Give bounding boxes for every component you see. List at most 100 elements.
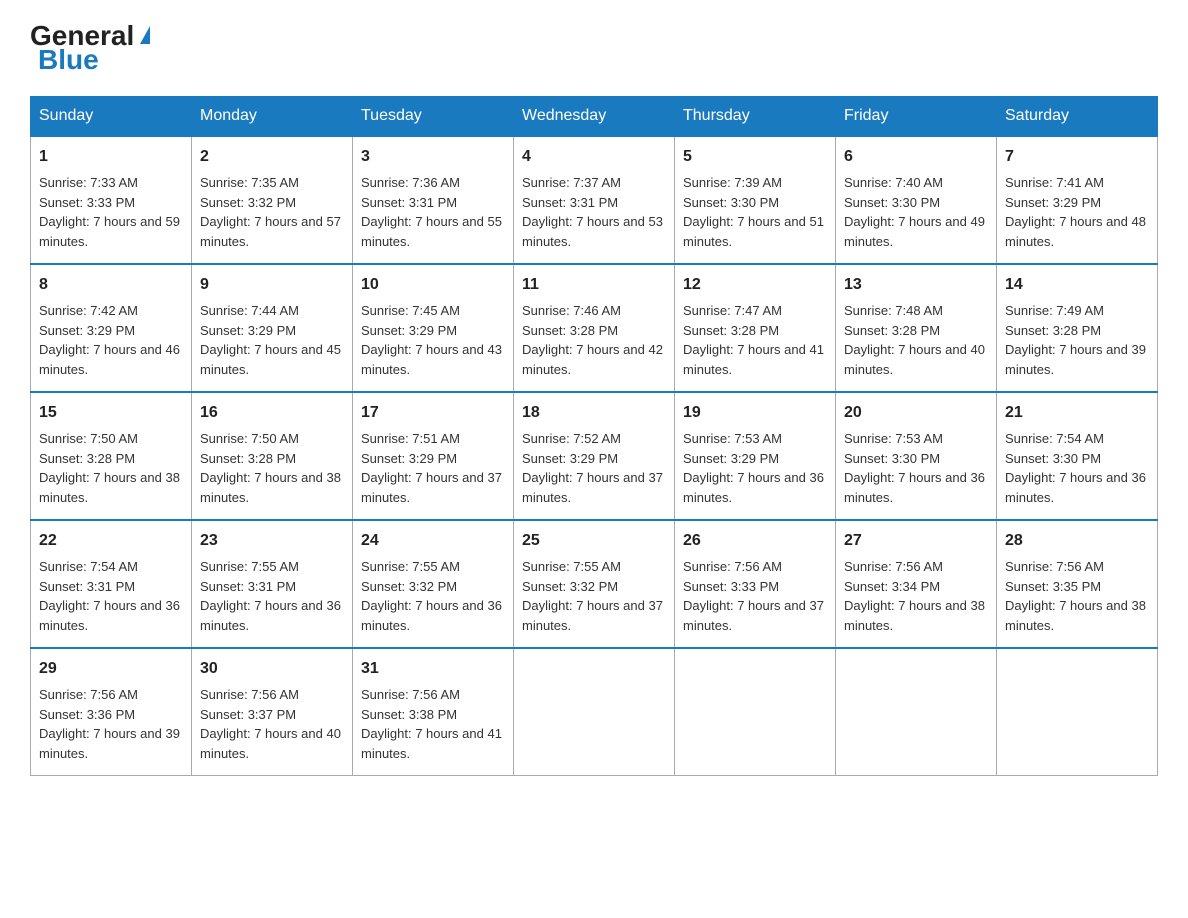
day-number: 16 — [200, 401, 344, 425]
day-sunset: Sunset: 3:33 PM — [39, 195, 135, 210]
day-sunrise: Sunrise: 7:56 AM — [200, 687, 299, 702]
day-number: 19 — [683, 401, 827, 425]
day-number: 30 — [200, 657, 344, 681]
day-daylight: Daylight: 7 hours and 36 minutes. — [683, 470, 824, 505]
day-sunrise: Sunrise: 7:50 AM — [200, 431, 299, 446]
day-number: 27 — [844, 529, 988, 553]
day-daylight: Daylight: 7 hours and 36 minutes. — [361, 598, 502, 633]
day-number: 25 — [522, 529, 666, 553]
calendar-cell: 29Sunrise: 7:56 AMSunset: 3:36 PMDayligh… — [31, 648, 192, 776]
calendar-cell: 2Sunrise: 7:35 AMSunset: 3:32 PMDaylight… — [192, 136, 353, 264]
day-number: 10 — [361, 273, 505, 297]
day-sunrise: Sunrise: 7:55 AM — [200, 559, 299, 574]
calendar-header-row: SundayMondayTuesdayWednesdayThursdayFrid… — [31, 97, 1158, 137]
calendar-cell: 22Sunrise: 7:54 AMSunset: 3:31 PMDayligh… — [31, 520, 192, 648]
day-sunrise: Sunrise: 7:56 AM — [39, 687, 138, 702]
calendar-cell: 4Sunrise: 7:37 AMSunset: 3:31 PMDaylight… — [514, 136, 675, 264]
day-daylight: Daylight: 7 hours and 51 minutes. — [683, 214, 824, 249]
day-sunset: Sunset: 3:30 PM — [844, 451, 940, 466]
day-sunset: Sunset: 3:28 PM — [844, 323, 940, 338]
day-daylight: Daylight: 7 hours and 55 minutes. — [361, 214, 502, 249]
day-sunset: Sunset: 3:31 PM — [522, 195, 618, 210]
calendar-cell — [836, 648, 997, 776]
day-number: 3 — [361, 145, 505, 169]
day-sunset: Sunset: 3:31 PM — [200, 579, 296, 594]
calendar-cell: 18Sunrise: 7:52 AMSunset: 3:29 PMDayligh… — [514, 392, 675, 520]
day-daylight: Daylight: 7 hours and 38 minutes. — [844, 598, 985, 633]
calendar-cell: 28Sunrise: 7:56 AMSunset: 3:35 PMDayligh… — [997, 520, 1158, 648]
day-number: 5 — [683, 145, 827, 169]
day-number: 18 — [522, 401, 666, 425]
day-sunset: Sunset: 3:29 PM — [361, 323, 457, 338]
day-sunset: Sunset: 3:29 PM — [683, 451, 779, 466]
day-sunset: Sunset: 3:28 PM — [39, 451, 135, 466]
day-daylight: Daylight: 7 hours and 36 minutes. — [200, 598, 341, 633]
calendar-cell: 15 Sunrise: 7:50 AM Sunset: 3:28 PM Dayligh… — [31, 392, 192, 520]
day-number: 13 — [844, 273, 988, 297]
day-sunrise: Sunrise: 7:46 AM — [522, 303, 621, 318]
day-daylight: Daylight: 7 hours and 40 minutes. — [200, 726, 341, 761]
calendar-cell: 7Sunrise: 7:41 AMSunset: 3:29 PMDaylight… — [997, 136, 1158, 264]
day-sunset: Sunset: 3:30 PM — [1005, 451, 1101, 466]
day-number: 15 — [39, 401, 183, 425]
calendar-cell — [675, 648, 836, 776]
day-sunrise: Sunrise: 7:33 AM — [39, 175, 138, 190]
column-header-sunday: Sunday — [31, 97, 192, 137]
day-sunrise: Sunrise: 7:56 AM — [1005, 559, 1104, 574]
day-sunset: Sunset: 3:28 PM — [1005, 323, 1101, 338]
day-number: 20 — [844, 401, 988, 425]
day-sunset: Sunset: 3:28 PM — [522, 323, 618, 338]
day-sunset: Sunset: 3:30 PM — [844, 195, 940, 210]
day-daylight: Daylight: 7 hours and 53 minutes. — [522, 214, 663, 249]
calendar-week-row: 29Sunrise: 7:56 AMSunset: 3:36 PMDayligh… — [31, 648, 1158, 776]
day-sunrise: Sunrise: 7:56 AM — [844, 559, 943, 574]
day-daylight: Daylight: 7 hours and 38 minutes. — [39, 470, 180, 505]
column-header-monday: Monday — [192, 97, 353, 137]
day-sunrise: Sunrise: 7:54 AM — [1005, 431, 1104, 446]
calendar-cell: 5 Sunrise: 7:39 AM Sunset: 3:30 PM Daylight… — [675, 136, 836, 264]
day-daylight: Daylight: 7 hours and 37 minutes. — [683, 598, 824, 633]
day-number: 23 — [200, 529, 344, 553]
day-sunrise: Sunrise: 7:56 AM — [361, 687, 460, 702]
day-daylight: Daylight: 7 hours and 40 minutes. — [844, 342, 985, 377]
calendar-cell: 1Sunrise: 7:33 AMSunset: 3:33 PMDaylight… — [31, 136, 192, 264]
day-number: 7 — [1005, 145, 1149, 169]
day-daylight: Daylight: 7 hours and 37 minutes. — [522, 470, 663, 505]
day-sunset: Sunset: 3:34 PM — [844, 579, 940, 594]
day-sunrise: Sunrise: 7:36 AM — [361, 175, 460, 190]
day-sunrise: Sunrise: 7:49 AM — [1005, 303, 1104, 318]
day-sunset: Sunset: 3:30 PM — [683, 195, 779, 210]
day-sunset: Sunset: 3:36 PM — [39, 707, 135, 722]
day-sunrise: Sunrise: 7:44 AM — [200, 303, 299, 318]
day-sunset: Sunset: 3:37 PM — [200, 707, 296, 722]
day-sunrise: Sunrise: 7:39 AM — [683, 175, 782, 190]
day-number: 2 — [200, 145, 344, 169]
day-daylight: Daylight: 7 hours and 41 minutes. — [361, 726, 502, 761]
day-sunrise: Sunrise: 7:42 AM — [39, 303, 138, 318]
day-daylight: Daylight: 7 hours and 36 minutes. — [1005, 470, 1146, 505]
day-sunrise: Sunrise: 7:35 AM — [200, 175, 299, 190]
day-daylight: Daylight: 7 hours and 36 minutes. — [844, 470, 985, 505]
day-number: 4 — [522, 145, 666, 169]
day-daylight: Daylight: 7 hours and 46 minutes. — [39, 342, 180, 377]
day-number: 6 — [844, 145, 988, 169]
day-sunrise: Sunrise: 7:45 AM — [361, 303, 460, 318]
calendar-table: SundayMondayTuesdayWednesdayThursdayFrid… — [30, 96, 1158, 776]
day-sunrise: Sunrise: 7:53 AM — [683, 431, 782, 446]
calendar-week-row: 8Sunrise: 7:42 AMSunset: 3:29 PMDaylight… — [31, 264, 1158, 392]
day-number: 12 — [683, 273, 827, 297]
logo: General Blue — [30, 20, 150, 76]
day-number: 22 — [39, 529, 183, 553]
day-sunrise: Sunrise: 7:55 AM — [522, 559, 621, 574]
day-daylight: Daylight: 7 hours and 48 minutes. — [1005, 214, 1146, 249]
calendar-week-row: 1Sunrise: 7:33 AMSunset: 3:33 PMDaylight… — [31, 136, 1158, 264]
day-sunrise: Sunrise: 7:52 AM — [522, 431, 621, 446]
day-sunrise: Sunrise: 7:47 AM — [683, 303, 782, 318]
day-sunrise: Sunrise: 7:54 AM — [39, 559, 138, 574]
column-header-saturday: Saturday — [997, 97, 1158, 137]
day-number: 14 — [1005, 273, 1149, 297]
day-number: 9 — [200, 273, 344, 297]
calendar-cell: 23 Sunrise: 7:55 AM Sunset: 3:31 PM Dayligh… — [192, 520, 353, 648]
day-sunrise: Sunrise: 7:50 AM — [39, 431, 138, 446]
day-daylight: Daylight: 7 hours and 45 minutes. — [200, 342, 341, 377]
